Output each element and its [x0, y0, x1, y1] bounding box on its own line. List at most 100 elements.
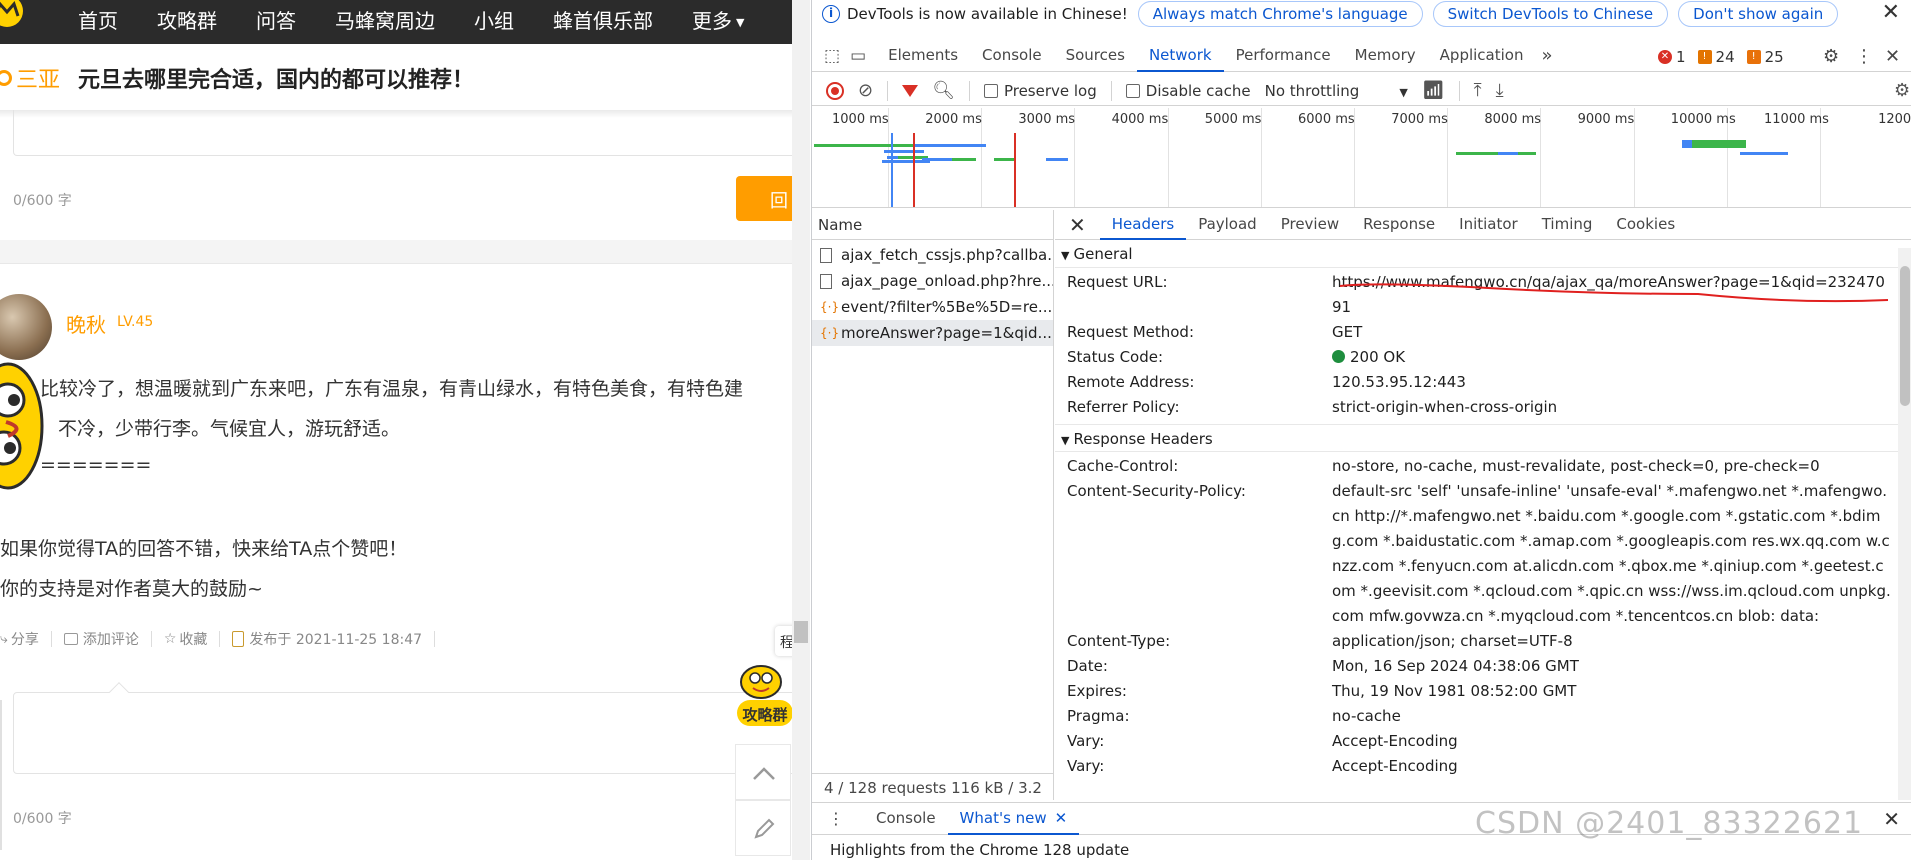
network-conditions-icon[interactable]: 📶︎ — [1422, 80, 1445, 101]
more-tabs-icon[interactable]: » — [1535, 45, 1558, 66]
header-value[interactable]: default-src 'self' 'unsafe-inline' 'unsa… — [1332, 479, 1892, 629]
tab-elements[interactable]: Elements — [876, 40, 970, 72]
name-column-header[interactable]: Name — [812, 210, 1053, 240]
match-language-button[interactable]: Always match Chrome's language — [1137, 1, 1423, 27]
header-value[interactable]: Accept-Encoding — [1332, 754, 1892, 779]
warning-icon: ! — [1697, 50, 1712, 64]
tab-timing[interactable]: Timing — [1530, 210, 1605, 240]
scrollbar-thumb[interactable] — [794, 621, 808, 643]
issue-counters[interactable]: ✕ 1 ! 24 ! 25 — [1658, 48, 1796, 66]
request-row[interactable]: {·} moreAnswer?page=1&qid... — [812, 320, 1053, 346]
throttling-select[interactable]: No throttling ▼ — [1265, 82, 1408, 100]
header-value[interactable]: 120.53.95.12:443 — [1332, 370, 1892, 395]
nav-club[interactable]: 蜂首俱乐部 — [553, 5, 653, 34]
filter-icon[interactable] — [902, 84, 919, 97]
header-value[interactable]: strict-origin-when-cross-origin — [1332, 395, 1892, 420]
tab-sources[interactable]: Sources — [1054, 40, 1137, 72]
divider — [434, 631, 436, 647]
tab-payload[interactable]: Payload — [1186, 210, 1269, 240]
user-name[interactable]: 晚秋 — [66, 309, 106, 338]
comment-textarea[interactable] — [13, 692, 792, 774]
nav-more[interactable]: 更多 ▼ — [692, 5, 744, 34]
header-value[interactable]: Thu, 19 Nov 1981 08:52:00 GMT — [1332, 679, 1892, 704]
tab-performance[interactable]: Performance — [1224, 40, 1343, 72]
tab-response[interactable]: Response — [1351, 210, 1447, 240]
request-row[interactable]: ajax_fetch_cssjs.php?callba... — [812, 242, 1053, 268]
close-detail-icon[interactable]: ✕ — [1069, 213, 1086, 237]
question-city[interactable]: 三亚 — [16, 62, 60, 94]
reply-button[interactable]: 回 — [736, 176, 792, 221]
header-row: Referrer Policy: strict-origin-when-cross… — [1055, 395, 1911, 420]
request-row[interactable]: ajax_page_onload.php?hre... — [812, 268, 1053, 294]
error-count[interactable]: ✕ 1 — [1658, 48, 1686, 66]
divider — [968, 80, 970, 101]
guide-group-floating-badge[interactable]: 程 攻略群 — [733, 626, 792, 726]
avatar[interactable] — [0, 294, 52, 360]
warning-count[interactable]: ! 24 — [1697, 48, 1735, 66]
share-link[interactable]: ⤷ 分享 — [0, 629, 39, 649]
header-value[interactable]: no-cache — [1332, 704, 1892, 729]
answer-textarea[interactable] — [13, 110, 792, 156]
disable-cache-checkbox[interactable]: Disable cache — [1125, 82, 1251, 100]
tab-network[interactable]: Network — [1136, 40, 1224, 72]
general-section-header[interactable]: ▼ General — [1055, 240, 1911, 268]
location-pin-icon — [0, 70, 12, 86]
device-toolbar-icon[interactable]: ▭ — [850, 46, 866, 66]
scrollbar-thumb[interactable] — [1900, 266, 1910, 406]
header-value[interactable]: no-store, no-cache, must-revalidate, pos… — [1332, 454, 1892, 479]
network-settings-gear-icon[interactable]: ⚙ — [1894, 80, 1910, 101]
timeline-bar — [884, 150, 924, 153]
add-comment-link[interactable]: 添加评论 — [63, 629, 139, 649]
settings-gear-icon[interactable]: ⚙ — [1823, 46, 1839, 67]
edit-button[interactable] — [735, 800, 791, 856]
page-scrollbar[interactable] — [792, 0, 810, 860]
kebab-menu-icon[interactable]: ⋮ — [828, 809, 844, 828]
tab-cookies[interactable]: Cookies — [1604, 210, 1687, 240]
request-row[interactable]: {·} event/?filter%5Be%5D=re... — [812, 294, 1053, 320]
char-counter: 0/600 字 — [13, 193, 72, 209]
favorite-link[interactable]: ☆ 收藏 — [164, 629, 208, 649]
answer-text-line-3: ======= — [40, 454, 152, 476]
inspect-element-icon[interactable]: ⬚ — [824, 46, 840, 66]
tab-console[interactable]: Console — [970, 40, 1054, 72]
nav-home[interactable]: 首页 — [78, 5, 118, 34]
header-name: Vary: — [1067, 757, 1105, 775]
download-icon[interactable]: ⤓ — [1496, 80, 1504, 101]
checkbox[interactable] — [1125, 83, 1140, 98]
header-value[interactable]: Accept-Encoding — [1332, 729, 1892, 754]
detail-scrollbar[interactable] — [1898, 248, 1911, 800]
upload-icon[interactable]: ⤒ — [1474, 80, 1482, 101]
drawer-tab-console[interactable]: Console — [864, 803, 948, 835]
info-count[interactable]: ! 25 — [1746, 48, 1784, 66]
close-devtools-icon[interactable]: ✕ — [1885, 46, 1900, 67]
kebab-menu-icon[interactable]: ⋮ — [1855, 46, 1873, 67]
close-tab-icon[interactable]: ✕ — [1055, 809, 1068, 827]
checkbox[interactable] — [983, 83, 998, 98]
close-icon[interactable]: ✕ — [1882, 0, 1900, 25]
preserve-log-checkbox[interactable]: Preserve log — [983, 82, 1097, 100]
tab-application[interactable]: Application — [1428, 40, 1536, 72]
mafengwo-logo-icon[interactable] — [0, 0, 24, 28]
nav-groups[interactable]: 小组 — [474, 5, 514, 34]
status-code-value[interactable]: 200 OK — [1332, 345, 1892, 370]
nav-guide-group[interactable]: 攻略群 — [157, 5, 217, 34]
drawer-tab-whats-new[interactable]: What's new ✕ — [947, 803, 1080, 835]
search-icon[interactable]: 🔍︎ — [932, 80, 955, 101]
tab-headers[interactable]: Headers — [1099, 210, 1187, 240]
nav-qa[interactable]: 问答 — [256, 5, 296, 34]
record-icon[interactable] — [826, 81, 844, 100]
tab-memory[interactable]: Memory — [1343, 40, 1428, 72]
clear-icon[interactable]: ⊘ — [858, 80, 873, 101]
response-headers-section-header[interactable]: ▼ Response Headers — [1055, 424, 1911, 452]
header-value[interactable]: application/json; charset=UTF-8 — [1332, 629, 1892, 654]
header-value[interactable]: GET — [1332, 320, 1892, 345]
tab-preview[interactable]: Preview — [1269, 210, 1351, 240]
network-overview-timeline[interactable]: 1000 ms 2000 ms 3000 ms 4000 ms 5000 ms 6000 … — [812, 108, 1911, 208]
back-to-top-button[interactable] — [735, 744, 791, 800]
dont-show-again-button[interactable]: Don't show again — [1678, 1, 1839, 27]
close-drawer-icon[interactable]: ✕ — [1883, 807, 1900, 831]
switch-language-button[interactable]: Switch DevTools to Chinese — [1432, 1, 1669, 27]
header-value[interactable]: Mon, 16 Sep 2024 04:38:06 GMT — [1332, 654, 1892, 679]
nav-merch[interactable]: 马蜂窝周边 — [335, 5, 435, 34]
tab-initiator[interactable]: Initiator — [1447, 210, 1530, 240]
